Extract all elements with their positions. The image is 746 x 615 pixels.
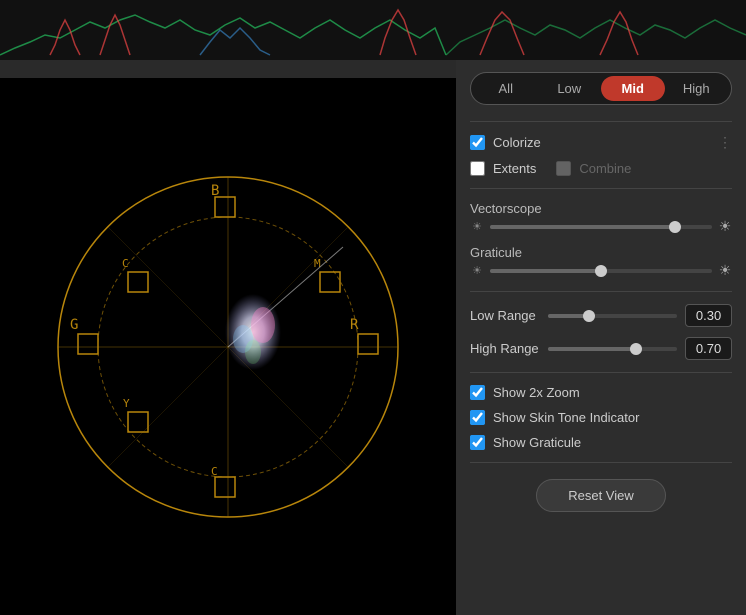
combine-checkbox xyxy=(556,161,571,176)
waveform-strip xyxy=(0,0,746,60)
extents-checkbox[interactable] xyxy=(470,161,485,176)
extents-combine-row: Extents Combine xyxy=(470,161,732,176)
divider-4 xyxy=(470,372,732,373)
low-range-slider[interactable] xyxy=(548,314,677,318)
colorize-label[interactable]: Colorize xyxy=(470,135,541,150)
extents-text: Extents xyxy=(493,161,536,176)
tab-all[interactable]: All xyxy=(474,76,538,101)
show-graticule-label[interactable]: Show Graticule xyxy=(470,435,581,450)
show-graticule-text: Show Graticule xyxy=(493,435,581,450)
high-range-label: High Range xyxy=(470,341,540,356)
svg-text:C: C xyxy=(122,257,129,270)
svg-text:Y: Y xyxy=(123,397,130,410)
show-2x-zoom-label[interactable]: Show 2x Zoom xyxy=(470,385,580,400)
divider-5 xyxy=(470,462,732,463)
tab-mid[interactable]: Mid xyxy=(601,76,665,101)
svg-text:R: R xyxy=(350,317,359,333)
high-range-row: High Range 0.70 xyxy=(470,337,732,360)
show-skin-tone-checkbox[interactable] xyxy=(470,410,485,425)
vectorscope-svg: R M B C G Y C xyxy=(48,167,408,527)
divider-3 xyxy=(470,291,732,292)
graticule-brightness-low-icon: ☀ xyxy=(470,264,484,277)
divider-1 xyxy=(470,121,732,122)
brightness-low-icon: ☀ xyxy=(470,220,484,233)
options-icon[interactable]: ⋮ xyxy=(718,134,732,151)
combine-label: Combine xyxy=(556,161,631,176)
show-skin-tone-text: Show Skin Tone Indicator xyxy=(493,410,639,425)
main-area: R M B C G Y C xyxy=(0,60,746,615)
colorize-text: Colorize xyxy=(493,135,541,150)
combine-text: Combine xyxy=(579,161,631,176)
show-graticule-row: Show Graticule xyxy=(470,435,732,450)
high-range-value[interactable]: 0.70 xyxy=(685,337,732,360)
low-range-label: Low Range xyxy=(470,308,540,323)
graticule-label: Graticule xyxy=(470,245,732,260)
graticule-section: Graticule ☀ ☀ xyxy=(470,245,732,279)
tab-row: All Low Mid High xyxy=(470,72,732,105)
svg-text:G: G xyxy=(70,317,78,333)
colorize-checkbox[interactable] xyxy=(470,135,485,150)
show-skin-tone-label[interactable]: Show Skin Tone Indicator xyxy=(470,410,639,425)
low-range-row: Low Range 0.30 xyxy=(470,304,732,327)
low-range-value[interactable]: 0.30 xyxy=(685,304,732,327)
vectorscope-section: Vectorscope ☀ ☀ xyxy=(470,201,732,235)
graticule-brightness-high-icon: ☀ xyxy=(718,262,732,279)
divider-2 xyxy=(470,188,732,189)
show-2x-zoom-checkbox[interactable] xyxy=(470,385,485,400)
controls-panel: All Low Mid High Colorize ⋮ Extents Comb… xyxy=(456,60,746,615)
tab-low[interactable]: Low xyxy=(538,76,602,101)
colorize-row: Colorize ⋮ xyxy=(470,134,732,151)
vectorscope-panel: R M B C G Y C xyxy=(0,60,456,615)
show-graticule-checkbox[interactable] xyxy=(470,435,485,450)
show-skin-tone-row: Show Skin Tone Indicator xyxy=(470,410,732,425)
high-range-slider[interactable] xyxy=(548,347,677,351)
svg-text:B: B xyxy=(211,183,219,199)
extents-label[interactable]: Extents xyxy=(470,161,536,176)
vectorscope-slider-row: ☀ ☀ xyxy=(470,218,732,235)
graticule-slider-row: ☀ ☀ xyxy=(470,262,732,279)
brightness-high-icon: ☀ xyxy=(718,218,732,235)
vectorscope-slider[interactable] xyxy=(490,225,712,229)
gray-bar xyxy=(0,60,456,78)
vectorscope-content: R M B C G Y C xyxy=(0,78,456,615)
svg-text:M: M xyxy=(314,257,321,270)
show-2x-zoom-row: Show 2x Zoom xyxy=(470,385,732,400)
tab-high[interactable]: High xyxy=(665,76,729,101)
show-2x-zoom-text: Show 2x Zoom xyxy=(493,385,580,400)
reset-view-button[interactable]: Reset View xyxy=(536,479,666,512)
svg-text:C: C xyxy=(211,465,218,478)
graticule-slider[interactable] xyxy=(490,269,712,273)
vectorscope-label: Vectorscope xyxy=(470,201,732,216)
